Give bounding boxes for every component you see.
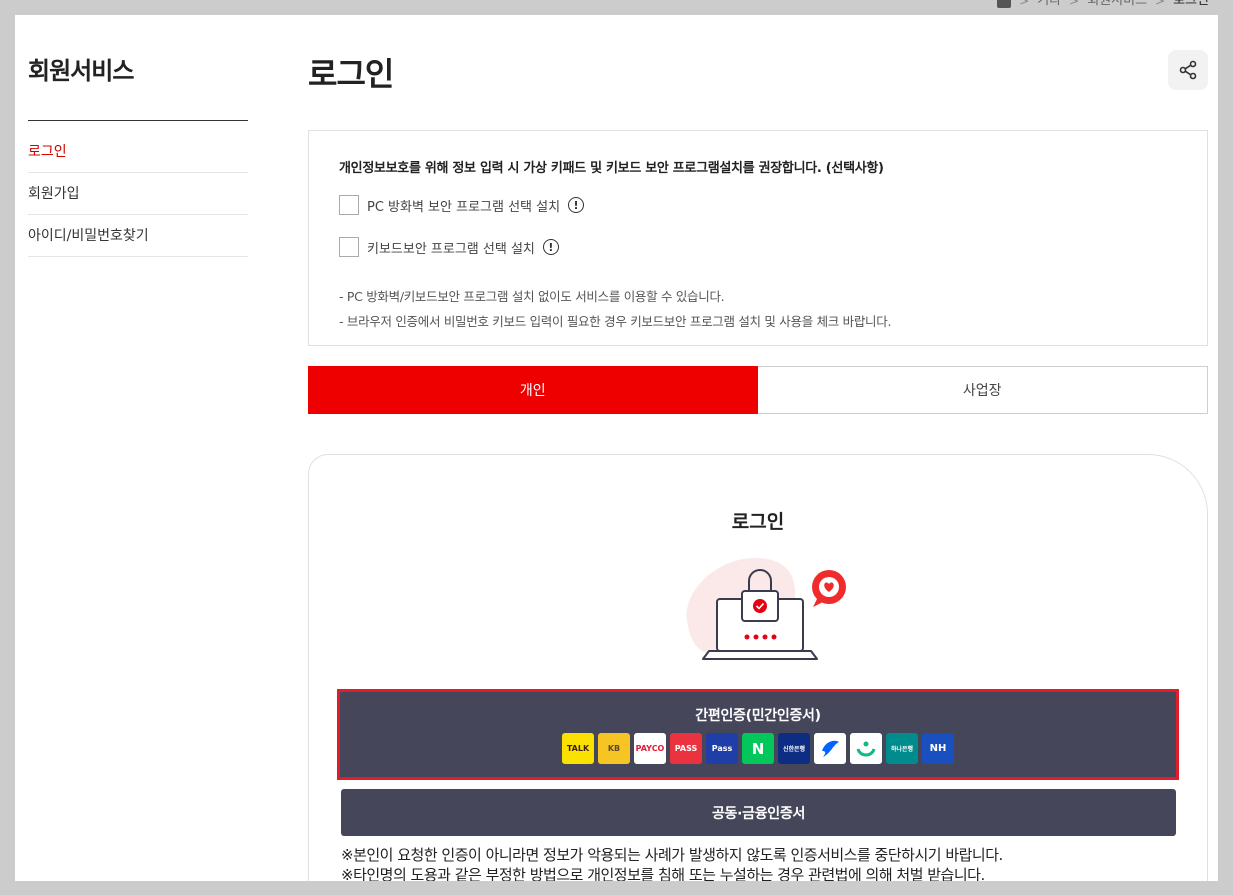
bottom-bar bbox=[0, 881, 1233, 895]
samsung-pass-icon[interactable]: Pass bbox=[706, 733, 738, 764]
page: 회원서비스 로그인 회원가입 아이디/비밀번호찾기 로그인 개인정보보호를 위해… bbox=[15, 15, 1218, 881]
breadcrumb: > 기타 > 회원서비스 > 로그인 bbox=[997, 0, 1209, 8]
provider-label: N bbox=[751, 739, 765, 758]
security-note: - 브라우저 인증에서 비밀번호 키보드 입력이 필요한 경우 키보드보안 프로… bbox=[339, 314, 892, 329]
keyboard-security-option: 키보드보안 프로그램 선택 설치 ! bbox=[339, 237, 1177, 257]
sidebar-item-find-id-password[interactable]: 아이디/비밀번호찾기 bbox=[28, 215, 248, 257]
hana-bank-icon[interactable]: 하나은행 bbox=[886, 733, 918, 764]
kakaobank-smile-icon[interactable] bbox=[850, 733, 882, 764]
sidebar-menu: 로그인 회원가입 아이디/비밀번호찾기 bbox=[28, 131, 248, 257]
naver-icon[interactable]: N bbox=[742, 733, 774, 764]
breadcrumb-item[interactable]: 회원서비스 bbox=[1087, 0, 1147, 8]
toss-logo-icon bbox=[822, 740, 839, 757]
sidebar-item-signup[interactable]: 회원가입 bbox=[28, 173, 248, 215]
firewall-checkbox[interactable] bbox=[339, 195, 359, 215]
kakao-talk-icon[interactable]: TALK bbox=[562, 733, 594, 764]
login-card: 로그인 간편인증(민간인증서) TALK KB PAYCO PASS Pass … bbox=[308, 454, 1208, 881]
laptop-lock-illustration bbox=[686, 557, 846, 660]
toss-icon[interactable] bbox=[814, 733, 846, 764]
chevron-right-icon: > bbox=[1019, 0, 1030, 8]
easy-auth-button[interactable]: 간편인증(민간인증서) TALK KB PAYCO PASS Pass N 신한… bbox=[337, 689, 1179, 780]
sidebar-item-login[interactable]: 로그인 bbox=[28, 131, 248, 173]
provider-label: KB bbox=[607, 744, 621, 753]
security-notice: 개인정보보호를 위해 정보 입력 시 가상 키패드 및 키보드 보안 프로그램설… bbox=[308, 130, 1208, 346]
auth-warning: ※타인명의 도용과 같은 부정한 방법으로 개인정보를 침해 또는 누설하는 경… bbox=[341, 866, 985, 881]
sidebar-divider bbox=[28, 120, 248, 121]
home-icon[interactable] bbox=[997, 0, 1012, 8]
share-button[interactable] bbox=[1168, 50, 1208, 90]
login-card-title: 로그인 bbox=[731, 511, 785, 533]
easy-auth-providers: TALK KB PAYCO PASS Pass N 신한은행 하나은행 NH bbox=[562, 733, 954, 764]
sidebar-title: 회원서비스 bbox=[28, 57, 134, 85]
joint-financial-cert-button[interactable]: 공동·금융인증서 bbox=[341, 789, 1176, 836]
shinhan-bank-icon[interactable]: 신한은행 bbox=[778, 733, 810, 764]
provider-label: TALK bbox=[566, 744, 590, 753]
tab-individual[interactable]: 개인 bbox=[308, 366, 758, 414]
tab-business[interactable]: 사업장 bbox=[757, 366, 1208, 414]
kb-bank-icon[interactable]: KB bbox=[598, 733, 630, 764]
page-title: 로그인 bbox=[308, 55, 394, 93]
security-options: PC 방화벽 보안 프로그램 선택 설치 ! 키보드보안 프로그램 선택 설치 … bbox=[339, 195, 1177, 257]
security-notes: - PC 방화벽/키보드보안 프로그램 설치 없이도 서비스를 이용할 수 있습… bbox=[339, 284, 1177, 334]
keyboard-security-checkbox[interactable] bbox=[339, 237, 359, 257]
provider-label: PAYCO bbox=[635, 744, 665, 753]
firewall-option-label[interactable]: PC 방화벽 보안 프로그램 선택 설치 bbox=[367, 196, 560, 215]
auth-warnings: ※본인이 요청한 인증이 아니라면 정보가 악용되는 사례가 발생하지 않도록 … bbox=[341, 845, 1003, 881]
breadcrumb-item[interactable]: 기타 bbox=[1037, 0, 1061, 8]
pass-icon[interactable]: PASS bbox=[670, 733, 702, 764]
smile-logo-icon bbox=[856, 741, 876, 756]
payco-icon[interactable]: PAYCO bbox=[634, 733, 666, 764]
provider-label: PASS bbox=[674, 744, 698, 753]
info-icon[interactable]: ! bbox=[542, 239, 559, 255]
security-notice-heading: 개인정보보호를 위해 정보 입력 시 가상 키패드 및 키보드 보안 프로그램설… bbox=[339, 161, 884, 176]
security-note: - PC 방화벽/키보드보안 프로그램 설치 없이도 서비스를 이용할 수 있습… bbox=[339, 289, 725, 304]
chevron-right-icon: > bbox=[1069, 0, 1080, 8]
info-icon[interactable]: ! bbox=[568, 197, 585, 213]
provider-label: Pass bbox=[711, 744, 733, 753]
provider-label: 신한은행 bbox=[782, 746, 806, 753]
keyboard-security-option-label[interactable]: 키보드보안 프로그램 선택 설치 bbox=[367, 238, 535, 257]
easy-auth-label: 간편인증(민간인증서) bbox=[695, 708, 821, 724]
firewall-option: PC 방화벽 보안 프로그램 선택 설치 ! bbox=[339, 195, 1177, 215]
member-type-tabs: 개인 사업장 bbox=[308, 366, 1208, 414]
provider-label: NH bbox=[929, 743, 947, 754]
provider-label: 하나은행 bbox=[890, 746, 914, 753]
share-icon bbox=[1179, 60, 1197, 80]
nh-bank-icon[interactable]: NH bbox=[922, 733, 954, 764]
auth-warning: ※본인이 요청한 인증이 아니라면 정보가 악용되는 사례가 발생하지 않도록 … bbox=[341, 846, 1003, 864]
chevron-right-icon: > bbox=[1155, 0, 1166, 8]
breadcrumb-current: 로그인 bbox=[1173, 0, 1209, 8]
